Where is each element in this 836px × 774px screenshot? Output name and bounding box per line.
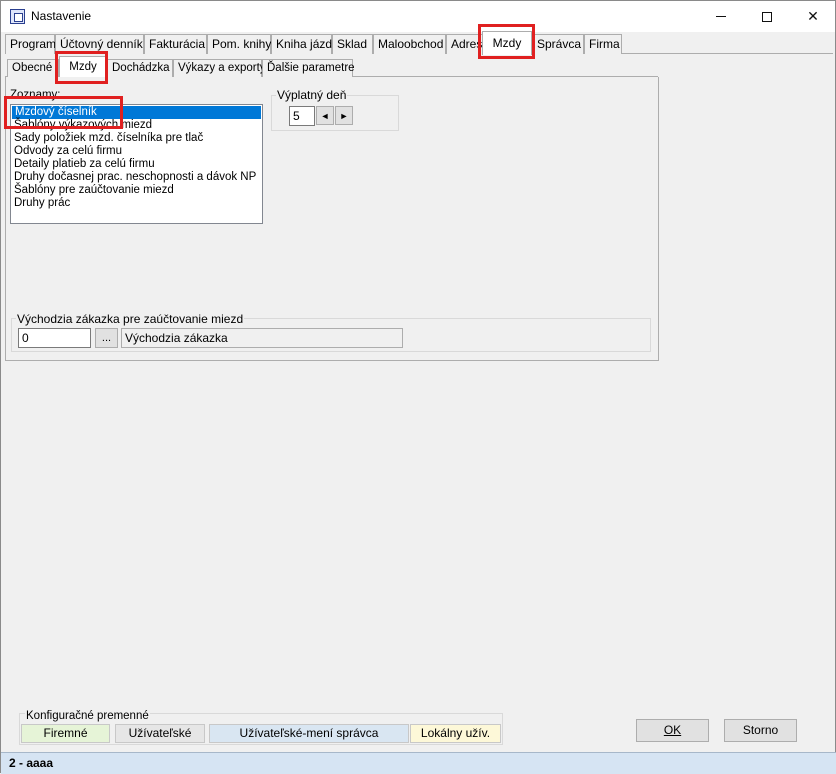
window-title: Nastavenie [31,9,92,23]
subtab-obecne[interactable]: Obecné [7,59,59,77]
minimize-icon [716,16,726,17]
tab-adresar[interactable]: Adres [446,34,484,54]
ok-button-label: OK [663,723,682,737]
close-icon: ✕ [807,8,819,24]
vyplatny-den-input[interactable]: 5 [289,106,315,126]
title-bar: Nastavenie ✕ [1,1,835,32]
tab-maloobchod[interactable]: Maloobchod [373,34,446,54]
minimize-button[interactable] [698,1,744,32]
zakazka-browse-button[interactable]: ... [95,328,118,348]
tab-fakturacia[interactable]: Fakturácia [144,34,207,54]
list-item[interactable]: Druhy dočasnej prac. neschopnosti a dávo… [11,171,262,184]
subtab-dalsie-parametre[interactable]: Ďalšie parametre [262,59,355,77]
status-bar: 2 - aaaa [1,752,836,774]
tab-spravca[interactable]: Správca [532,34,584,54]
list-item[interactable]: Šablóny pre zaúčtovanie miezd [11,184,262,197]
settings-window: Nastavenie ✕ Program Účtovný denník Fakt… [0,0,836,774]
config-lokalny-button[interactable]: Lokálny užív. [410,724,501,743]
tab-mzdy[interactable]: Mzdy [482,31,532,55]
vyplatny-den-increment[interactable]: ► [335,106,353,125]
config-firemne-button[interactable]: Firemné [21,724,110,743]
subtab-mzdy[interactable]: Mzdy [59,56,107,77]
subtab-vykazy-exporty[interactable]: Výkazy a exporty [173,59,266,77]
app-icon [10,9,25,24]
config-uzivatelske-button[interactable]: Užívateľské [115,724,205,743]
list-item[interactable]: Detaily platieb za celú firmu [11,158,262,171]
arrow-right-icon: ► [339,110,349,121]
list-item[interactable]: Sady položiek mzd. číselníka pre tlač [11,132,262,145]
close-button[interactable]: ✕ [790,1,836,32]
zakazka-label: Východzia zákazka pre zaúčtovanie miezd [16,312,245,326]
list-item[interactable]: Mzdový číselník [12,106,261,119]
zakazka-code-input[interactable]: 0 [18,328,91,348]
arrow-left-icon: ◄ [320,110,330,121]
tab-program[interactable]: Program [5,34,56,54]
list-item[interactable]: Odvody za celú firmu [11,145,262,158]
tab-pom-knihy[interactable]: Pom. knihy [207,34,271,54]
vyplatny-den-label: Výplatný deň [276,88,348,102]
tab-kniha-jazd[interactable]: Kniha jázd [271,34,332,54]
storno-button[interactable]: Storno [724,719,797,742]
zoznamy-label: Zoznamy: [9,89,62,101]
list-item[interactable]: Druhy prác [11,197,262,210]
maximize-icon [762,11,772,22]
maximize-button[interactable] [744,1,790,32]
zakazka-name-field: Východzia zákazka [121,328,403,348]
subtab-dochadzka[interactable]: Dochádzka [107,59,173,77]
vyplatny-den-decrement[interactable]: ◄ [316,106,334,125]
list-item[interactable]: Šablóny výkazových miezd [11,119,262,132]
tab-sklad[interactable]: Sklad [332,34,373,54]
tab-uctovny-dennik[interactable]: Účtovný denník [55,34,144,54]
config-spravca-button[interactable]: Užívateľské-mení správca [209,724,409,743]
ok-button[interactable]: OK [636,719,709,742]
config-label: Konfiguračné premenné [25,710,150,722]
tab-firma[interactable]: Firma [584,34,622,54]
zoznamy-listbox[interactable]: Mzdový číselník Šablóny výkazových miezd… [10,104,263,224]
